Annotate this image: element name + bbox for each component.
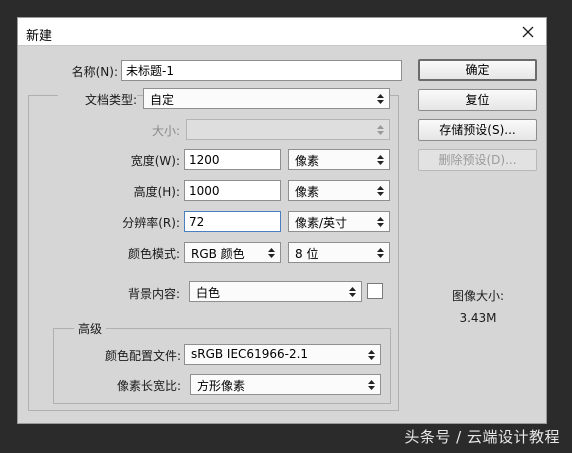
resolution-unit-select[interactable]: 像素/英寸	[288, 211, 390, 232]
advanced-title: 高级	[74, 320, 107, 337]
close-icon[interactable]	[518, 22, 538, 42]
pixel-aspect-label: 像素长宽比:	[116, 379, 181, 393]
image-size-label: 图像大小:	[451, 289, 505, 303]
save-preset-button[interactable]: 存储预设(S)...	[418, 119, 537, 141]
resolution-label: 分辨率(R):	[122, 216, 180, 230]
width-unit-select[interactable]: 像素	[288, 149, 390, 170]
width-input[interactable]	[184, 149, 281, 170]
background-color-swatch[interactable]	[367, 283, 383, 299]
watermark: 头条号 / 云端设计教程	[404, 428, 560, 446]
doc-type-label: 文档类型:	[58, 91, 137, 108]
height-input[interactable]	[184, 180, 281, 201]
color-mode-select[interactable]: RGB 颜色	[184, 242, 281, 263]
select-arrows-icon	[377, 155, 384, 165]
name-input[interactable]	[121, 60, 402, 81]
doc-type-value: 自定	[150, 93, 175, 107]
resolution-input[interactable]	[184, 211, 281, 232]
name-label: 名称(N):	[71, 65, 118, 79]
select-arrows-icon	[377, 248, 384, 258]
background-value: 白色	[196, 286, 221, 300]
background-label: 背景内容:	[127, 287, 180, 301]
select-arrows-icon	[268, 248, 275, 258]
select-arrows-icon	[368, 350, 375, 360]
new-document-dialog: 新建 名称(N): 文档类型: 自定 大小: 宽度(W): 像素 高度(H): …	[17, 17, 547, 424]
color-profile-value: sRGB IEC61966-2.1	[191, 347, 309, 361]
delete-preset-button: 删除预设(D)...	[418, 149, 537, 171]
bit-depth-value: 8 位	[295, 247, 319, 261]
select-arrows-icon	[377, 217, 384, 227]
doc-type-select[interactable]: 自定	[143, 88, 390, 109]
dialog-title: 新建	[26, 29, 53, 44]
resolution-unit-value: 像素/英寸	[295, 216, 348, 230]
image-size-value: 3.43M	[459, 311, 497, 325]
color-mode-label: 颜色模式:	[127, 247, 180, 261]
title-bar: 新建	[18, 18, 546, 46]
height-unit-value: 像素	[295, 185, 320, 199]
size-select	[186, 119, 390, 140]
ok-button[interactable]: 确定	[418, 59, 537, 81]
height-unit-select[interactable]: 像素	[288, 180, 390, 201]
color-mode-value: RGB 颜色	[191, 247, 245, 261]
select-arrows-icon	[377, 186, 384, 196]
bit-depth-select[interactable]: 8 位	[288, 242, 390, 263]
select-arrows-icon	[368, 380, 375, 390]
width-label: 宽度(W):	[130, 154, 180, 168]
color-profile-select[interactable]: sRGB IEC61966-2.1	[184, 344, 381, 365]
select-arrows-icon	[377, 94, 384, 104]
pixel-aspect-select[interactable]: 方形像素	[190, 374, 381, 395]
pixel-aspect-value: 方形像素	[197, 379, 246, 393]
background-select[interactable]: 白色	[189, 281, 362, 302]
height-label: 高度(H):	[133, 185, 180, 199]
reset-button[interactable]: 复位	[418, 89, 537, 111]
select-arrows-icon	[377, 125, 384, 135]
width-unit-value: 像素	[295, 154, 320, 168]
size-label: 大小:	[151, 124, 180, 138]
color-profile-label: 颜色配置文件:	[104, 349, 181, 363]
select-arrows-icon	[349, 287, 356, 297]
